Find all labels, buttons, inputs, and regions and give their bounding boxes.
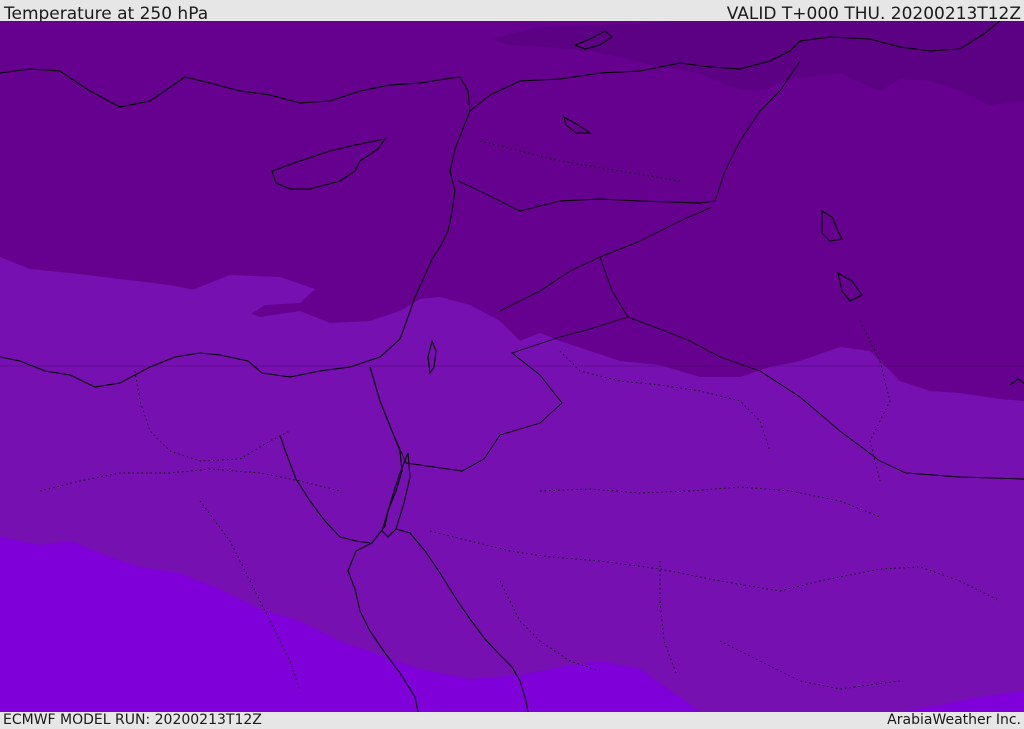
header-bar: Temperature at 250 hPa VALID T+000 THU. …: [0, 0, 1024, 24]
model-run-label: ECMWF MODEL RUN: 20200213T12Z: [3, 712, 262, 728]
temperature-map-svg: [0, 21, 1024, 712]
credit-label: ArabiaWeather Inc.: [887, 712, 1021, 728]
weather-map[interactable]: [0, 21, 1024, 712]
footer-bar: ECMWF MODEL RUN: 20200213T12Z ArabiaWeat…: [0, 712, 1024, 729]
